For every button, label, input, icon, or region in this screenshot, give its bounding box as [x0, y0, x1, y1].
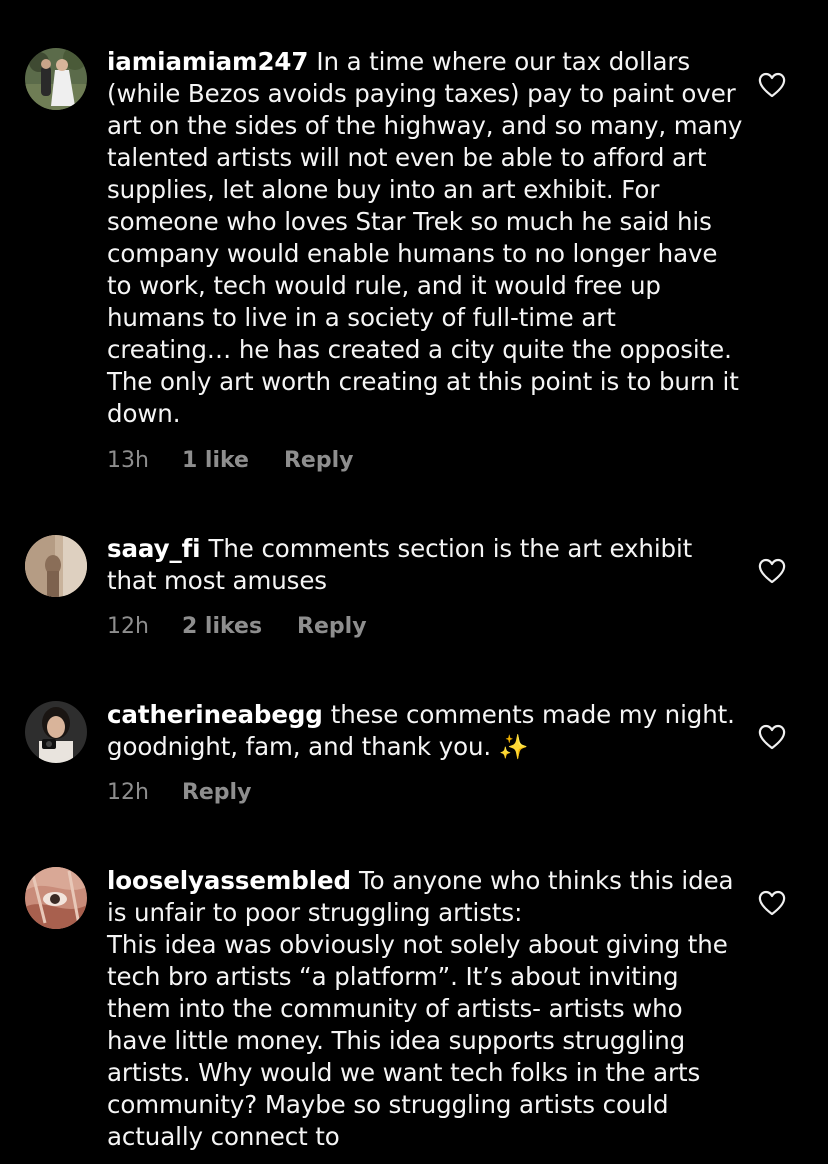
- heart-outline-icon[interactable]: [758, 890, 786, 916]
- comment-timestamp: 13h: [107, 448, 149, 473]
- comment-username[interactable]: looselyassembled: [107, 866, 351, 895]
- avatar[interactable]: [25, 701, 87, 763]
- comment-text-block: saay_fi The comments section is the art e…: [107, 533, 747, 597]
- heart-outline-icon[interactable]: [758, 72, 786, 98]
- comment-text-block: looselyassembled To anyone who thinks thi…: [107, 865, 747, 1153]
- comment-likes-count[interactable]: 2 likes: [182, 613, 262, 641]
- comment-meta: 12h 2 likes Reply: [107, 613, 367, 641]
- heart-outline-icon[interactable]: [758, 724, 786, 750]
- comment-meta: 13h 1 like Reply: [107, 447, 353, 475]
- comment-timestamp: 12h: [107, 614, 149, 639]
- comment-timestamp: 12h: [107, 780, 149, 805]
- comment-meta: 12h Reply: [107, 779, 251, 807]
- comment-text-block: catherineabegg these comments made my nig…: [107, 699, 747, 763]
- reply-button[interactable]: Reply: [284, 447, 354, 475]
- comment-text-block: iamiamiam247 In a time where our tax doll…: [107, 46, 747, 430]
- reply-button[interactable]: Reply: [182, 779, 252, 807]
- avatar[interactable]: [25, 535, 87, 597]
- sparkles-emoji: ✨: [498, 733, 529, 761]
- comment-text-continued: This idea was obviously not solely about…: [107, 930, 728, 1151]
- avatar[interactable]: [25, 48, 87, 110]
- comment-username[interactable]: iamiamiam247: [107, 47, 308, 76]
- heart-outline-icon[interactable]: [758, 558, 786, 584]
- comment-username[interactable]: catherineabegg: [107, 700, 323, 729]
- avatar[interactable]: [25, 867, 87, 929]
- reply-button[interactable]: Reply: [297, 613, 367, 641]
- comment-likes-count[interactable]: 1 like: [182, 447, 249, 475]
- comment-username[interactable]: saay_fi: [107, 534, 201, 563]
- comment-text: In a time where our tax dollars (while B…: [107, 47, 743, 428]
